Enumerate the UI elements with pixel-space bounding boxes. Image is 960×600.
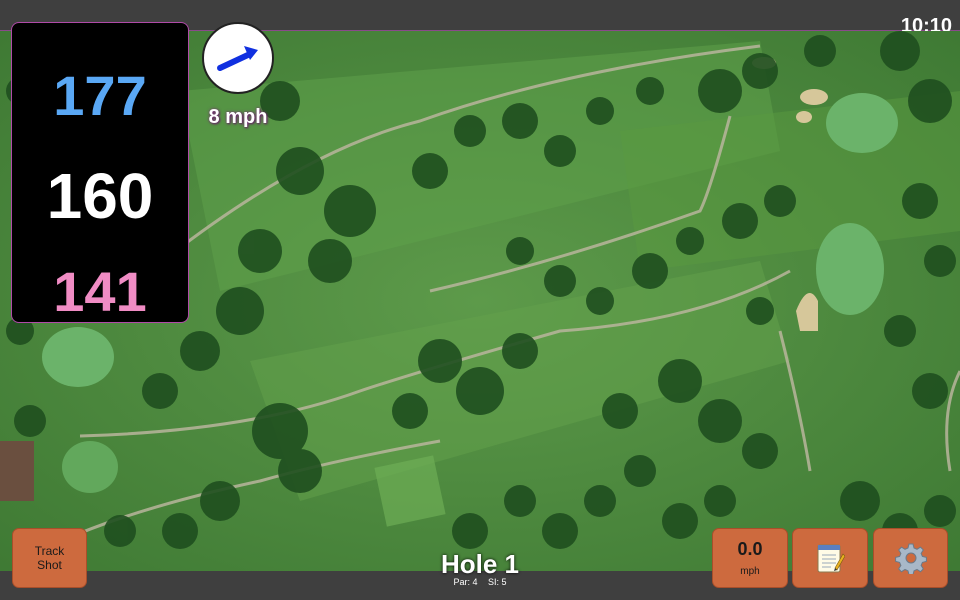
gear-icon bbox=[894, 543, 927, 574]
notepad-icon bbox=[817, 544, 845, 573]
front-yardage: 141 bbox=[53, 260, 147, 323]
track-shot-button[interactable]: Track Shot bbox=[12, 528, 87, 588]
track-shot-label-line2: Shot bbox=[37, 558, 62, 572]
hole-title: Hole 1 bbox=[440, 549, 520, 579]
speed-unit: mph bbox=[740, 566, 760, 577]
wind-arrow-icon bbox=[217, 46, 258, 71]
wind-indicator bbox=[202, 22, 274, 94]
wind-speed-label: 8 mph bbox=[208, 106, 268, 128]
hole-stroke-index: SI: 5 bbox=[488, 577, 507, 587]
yardage-panel: 177 160 141 bbox=[11, 22, 189, 323]
hole-par: Par: 4 bbox=[453, 577, 478, 587]
notes-button[interactable] bbox=[792, 528, 868, 588]
hole-info: Par: 4 SI: 5 bbox=[380, 577, 580, 587]
track-shot-label-line1: Track bbox=[34, 544, 65, 558]
speed-button[interactable]: 0.0 mph bbox=[712, 528, 788, 588]
settings-button[interactable] bbox=[873, 528, 948, 588]
back-yardage: 177 bbox=[53, 64, 147, 127]
middle-yardage: 160 bbox=[46, 160, 154, 232]
speed-value: 0.0 bbox=[737, 539, 763, 559]
